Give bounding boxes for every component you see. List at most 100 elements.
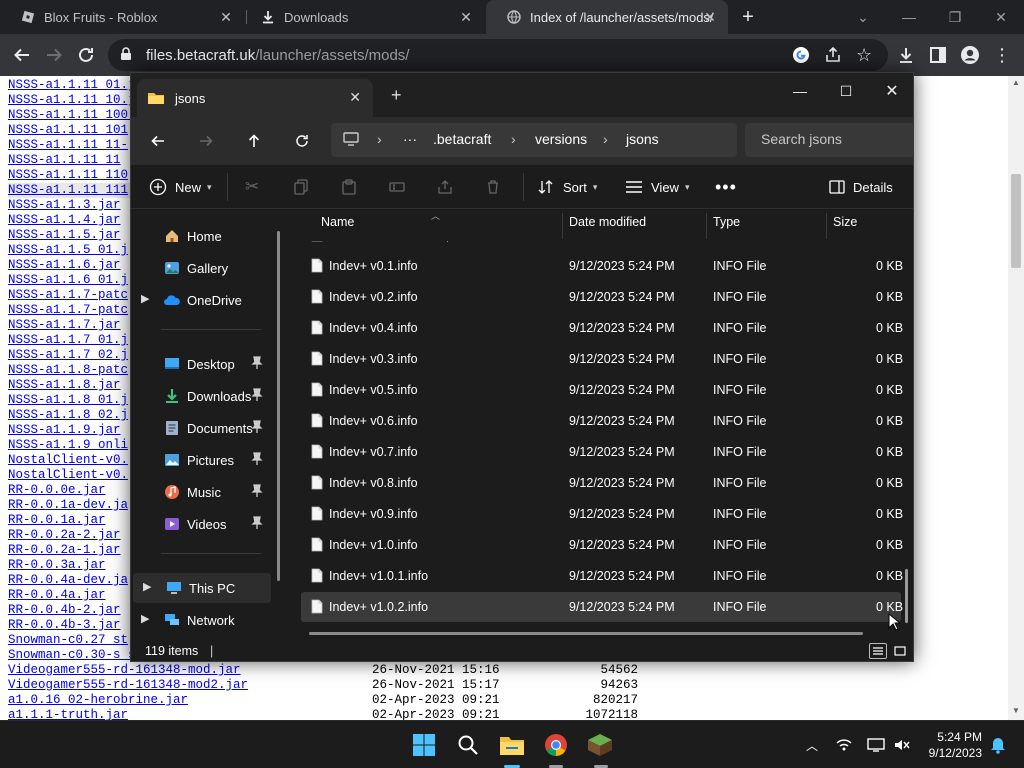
tab-search-icon[interactable]: ⌄ <box>840 0 886 34</box>
sort-button[interactable]: Sort ▾ <box>537 175 597 199</box>
back-button[interactable] <box>10 43 34 67</box>
minecraft-launcher-icon[interactable] <box>584 729 616 761</box>
paste-icon[interactable] <box>341 175 357 199</box>
file-row[interactable]: Indev+ v0.4.info 9/12/2023 5:24 PM INFO Fi… <box>301 313 903 343</box>
pin-icon[interactable] <box>251 452 263 469</box>
pin-icon[interactable] <box>251 484 263 501</box>
column-header-type[interactable]: Type <box>713 215 740 239</box>
explorer-tab-jsons[interactable]: jsons ✕ <box>137 79 373 117</box>
breadcrumb-overflow[interactable]: ··· <box>403 131 417 147</box>
file-row[interactable]: Indev+ v0.8.info 9/12/2023 5:24 PM INFO Fi… <box>301 468 903 498</box>
details-button[interactable]: Details <box>829 175 893 199</box>
file-link[interactable]: NSSS-a1.1.11_101 <box>8 123 143 138</box>
file-link[interactable]: NSSS-a1.1.7_02.j <box>8 348 143 363</box>
scroll-up-icon[interactable]: ▲ <box>1011 78 1021 88</box>
file-row[interactable]: Indev+ v1.0.2.info 9/12/2023 5:24 PM INFO … <box>301 592 903 622</box>
delete-icon[interactable] <box>485 175 501 199</box>
close-window-button[interactable]: ✕ <box>978 0 1024 34</box>
notification-bell-icon[interactable] <box>988 735 1008 755</box>
file-link[interactable]: NSSS-a1.1.5_01.j <box>8 243 143 258</box>
back-button[interactable] <box>145 129 171 153</box>
new-button[interactable]: New ▾ <box>149 175 212 199</box>
file-link[interactable]: NSSS-a1.1.8-patc <box>8 363 143 378</box>
file-link[interactable]: NSSS-a1.1.11_111 <box>8 183 144 198</box>
nav-network[interactable]: ▶ Network <box>131 605 269 635</box>
minimize-button[interactable]: — <box>777 77 823 105</box>
forward-button[interactable] <box>42 43 66 67</box>
file-link[interactable]: NSSS-a1.1.7_01.j <box>8 333 143 348</box>
file-link[interactable]: NSSS-a1.1.8_01.j <box>8 393 143 408</box>
file-link[interactable]: NSSS-a1.1.11_10.j <box>8 93 143 108</box>
file-link[interactable]: NSSS-a1.1.11_11- <box>8 138 143 153</box>
chrome-icon[interactable] <box>540 729 572 761</box>
close-window-button[interactable]: ✕ <box>869 77 913 105</box>
site-info-icon[interactable] <box>120 47 132 65</box>
file-link[interactable]: RR-0.0.4b-2.jar <box>8 603 143 618</box>
column-divider[interactable] <box>826 213 827 239</box>
file-row[interactable]: Indev+ v0.1.info 9/12/2023 5:24 PM INFO Fi… <box>301 251 903 281</box>
search-icon[interactable] <box>452 729 484 761</box>
horizontal-scrollbar-thumb[interactable] <box>309 632 863 635</box>
refresh-button[interactable] <box>289 129 315 153</box>
scroll-down-icon[interactable]: ▼ <box>1011 706 1021 716</box>
file-row[interactable]: Indev+ v1.0.1.info 9/12/2023 5:24 PM INFO … <box>301 561 903 591</box>
file-link[interactable]: NSSS-a1.1.7.jar <box>8 318 143 333</box>
file-link[interactable]: RR-0.0.4a-dev.ja <box>8 573 143 588</box>
file-link[interactable]: RR-0.0.3a.jar <box>8 558 143 573</box>
breadcrumb-versions[interactable]: versions <box>535 131 587 147</box>
file-link[interactable]: NostalClient-v0. <box>8 468 143 483</box>
file-row[interactable]: Indev+ v1.0.info 9/12/2023 5:24 PM INFO Fi… <box>301 530 903 560</box>
search-input[interactable]: Search jsons <box>745 123 913 157</box>
column-header-name[interactable]: Name <box>321 215 354 239</box>
file-link[interactable]: NSSS-a1.1.7-patc <box>8 288 143 303</box>
minimize-button[interactable]: — <box>886 0 932 34</box>
chevron-up-icon[interactable]: ︿ <box>802 735 822 755</box>
column-divider[interactable] <box>562 213 563 239</box>
file-link[interactable]: NSSS-a1.1.9.jar <box>8 423 143 438</box>
file-link[interactable]: a1.1.1-truth.jar <box>8 708 128 720</box>
copy-icon[interactable] <box>293 175 309 199</box>
file-row[interactable]: Indev+ v0.2.info 9/12/2023 5:24 PM INFO Fi… <box>301 282 903 312</box>
file-link[interactable]: NSSS-a1.1.6_01.j <box>8 273 143 288</box>
file-explorer-taskbar-icon[interactable] <box>496 729 528 761</box>
close-tab-icon[interactable]: ✕ <box>349 89 361 106</box>
new-explorer-tab-button[interactable]: + <box>391 85 402 106</box>
nav-pictures[interactable]: Pictures <box>131 445 269 475</box>
chevron-right-icon[interactable]: ▶ <box>143 580 151 593</box>
volume-muted-icon[interactable] <box>892 735 912 755</box>
file-link[interactable]: RR-0.0.2a-2.jar <box>8 528 143 543</box>
close-tab-icon[interactable]: ✕ <box>218 9 234 25</box>
address-bar[interactable]: files.betacraft.uk/launcher/assets/mods/… <box>108 39 888 71</box>
file-row[interactable]: Indev+ v0.9.info 9/12/2023 5:24 PM INFO Fi… <box>301 499 903 529</box>
share-icon[interactable] <box>437 175 453 199</box>
chevron-right-icon[interactable]: ▶ <box>141 292 149 305</box>
display-tray-icon[interactable] <box>866 735 886 755</box>
file-link[interactable]: Videogamer555-rd-161348-mod.jar <box>8 663 241 678</box>
file-link[interactable]: NostalClient-v0. <box>8 453 143 468</box>
reload-button[interactable] <box>74 43 98 67</box>
file-link[interactable]: NSSS-a1.1.8_02.j <box>8 408 143 423</box>
nav-music[interactable]: Music <box>131 477 269 507</box>
download-icon[interactable] <box>894 43 918 67</box>
file-row[interactable]: Indev+ v0.5.info 9/12/2023 5:24 PM INFO Fi… <box>301 375 903 405</box>
side-panel-icon[interactable] <box>926 43 950 67</box>
file-link[interactable]: RR-0.0.1a.jar <box>8 513 143 528</box>
nav-onedrive[interactable]: ▶ OneDrive <box>131 285 269 315</box>
file-link[interactable]: NSSS-a1.1.6.jar <box>8 258 143 273</box>
column-header-size[interactable]: Size <box>833 215 857 239</box>
network-tray-icon[interactable] <box>834 735 854 755</box>
file-link[interactable]: NSSS-a1.1.8.jar <box>8 378 143 393</box>
chevron-right-icon[interactable]: ▶ <box>141 612 149 625</box>
pin-icon[interactable] <box>251 388 263 405</box>
pin-icon[interactable] <box>251 356 263 373</box>
file-row[interactable]: Indev+ v0.7.info 9/12/2023 5:24 PM INFO Fi… <box>301 437 903 467</box>
share-icon[interactable] <box>824 46 842 68</box>
close-tab-icon[interactable]: ✕ <box>702 9 718 25</box>
file-link[interactable]: NSSS-a1.1.5.jar <box>8 228 143 243</box>
maximize-button[interactable]: ☐ <box>823 77 869 105</box>
file-link[interactable]: RR-0.0.1a-dev.ja <box>8 498 143 513</box>
view-button[interactable]: View ▾ <box>625 175 689 199</box>
up-button[interactable] <box>241 129 267 153</box>
start-button[interactable] <box>408 729 440 761</box>
file-link[interactable]: RR-0.0.4b-3.jar <box>8 618 143 633</box>
